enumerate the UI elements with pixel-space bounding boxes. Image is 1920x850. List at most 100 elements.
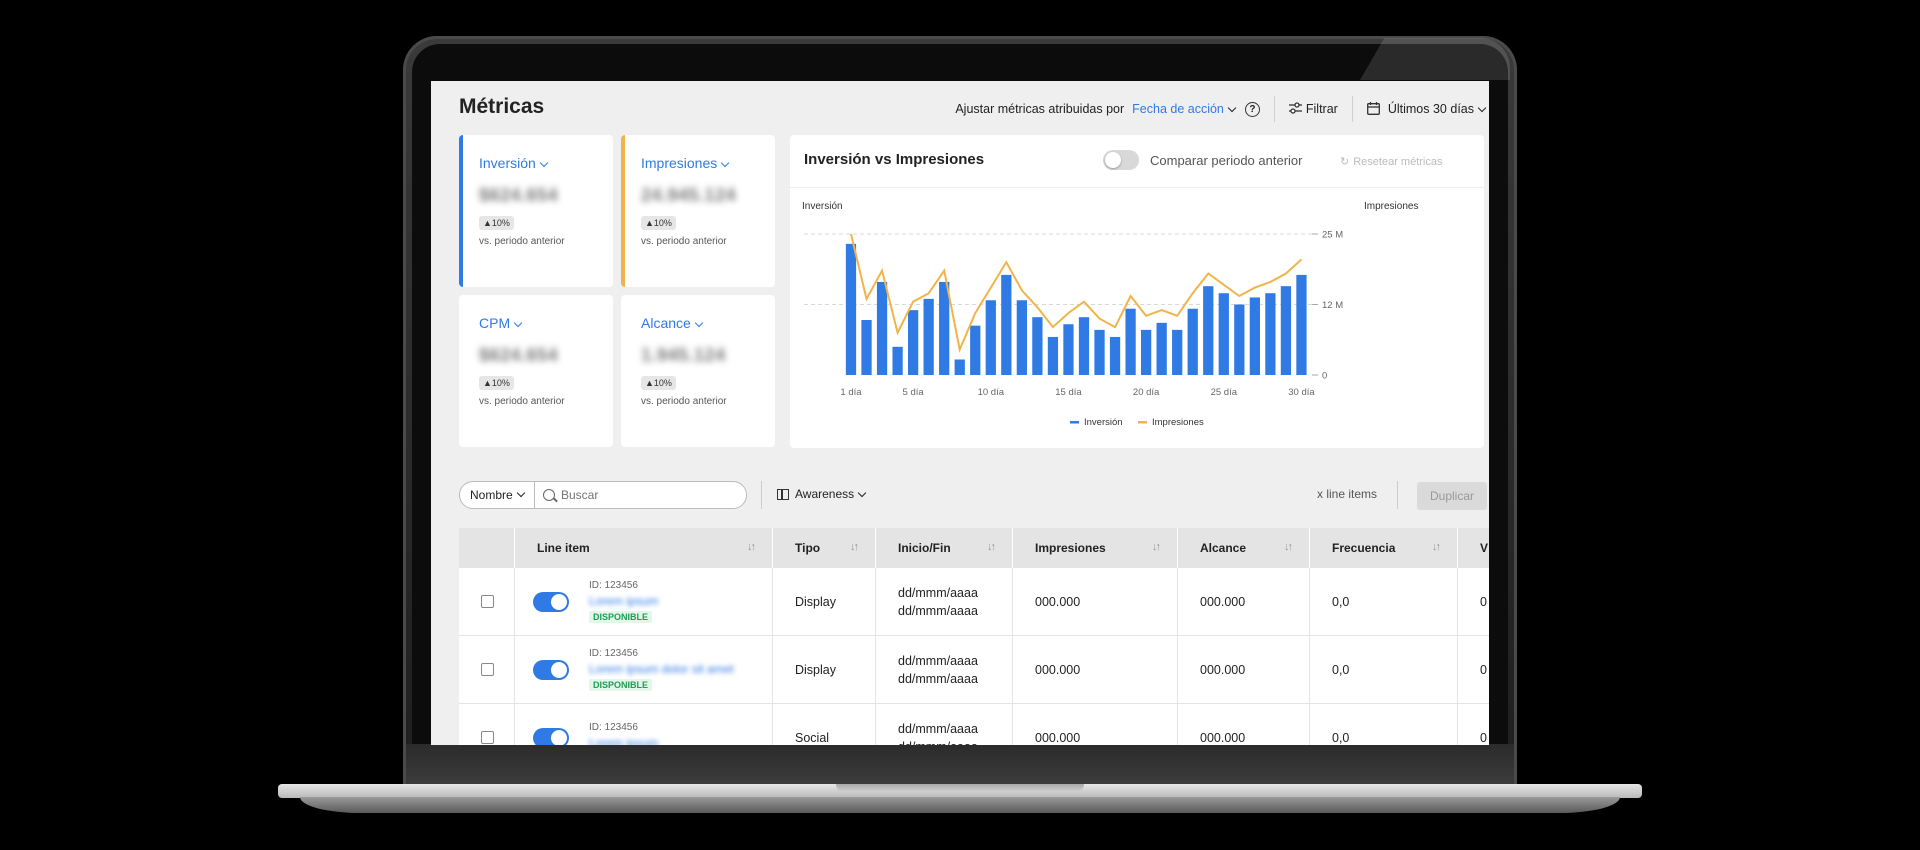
chart-card: Inversión vs Impresiones Comparar period… — [790, 135, 1484, 448]
column-header-v[interactable]: V — [1458, 528, 1489, 568]
table-row[interactable]: ID: 123456 Lorem ipsum dolor sit amet DISP… — [459, 636, 1489, 704]
impressions-cell: 000.000 — [1013, 704, 1178, 745]
column-header-impresiones[interactable]: Impresiones ↓↑ — [1013, 528, 1178, 568]
legend-label-impresiones: Impresiones — [1152, 417, 1204, 428]
compare-label: Comparar periodo anterior — [1150, 153, 1303, 168]
column-header-tipo[interactable]: Tipo ↓↑ — [773, 528, 876, 568]
bar-inversion — [1078, 317, 1090, 375]
divider — [1397, 481, 1398, 509]
bar-inversion — [954, 359, 965, 375]
search-group: Nombre — [459, 481, 747, 509]
kpi-title-dropdown[interactable]: CPM — [479, 315, 613, 331]
kpi-card-impresiones[interactable]: Impresiones 24.945.124 ▲10% vs. periodo … — [621, 135, 775, 287]
kpi-change-badge: ▲10% — [641, 376, 676, 390]
bar-inversion — [1047, 336, 1059, 375]
sort-icon[interactable]: ↓↑ — [1432, 541, 1441, 553]
v-cell: 0 — [1480, 730, 1487, 745]
kpi-title: Inversión — [479, 155, 536, 171]
search-input[interactable] — [561, 488, 741, 502]
compare-toggle[interactable] — [1103, 150, 1139, 170]
bar-inversion — [907, 310, 919, 375]
kpi-title-dropdown[interactable]: Alcance — [641, 315, 775, 331]
kpi-comparison: vs. periodo anterior — [641, 236, 727, 247]
column-title: Tipo — [795, 541, 821, 555]
column-title: Line item — [537, 541, 590, 555]
date-range-dropdown[interactable]: Últimos 30 días — [1366, 102, 1487, 116]
chevron-down-icon — [694, 318, 704, 328]
kpi-comparison: vs. periodo anterior — [479, 396, 565, 407]
line-item-toggle[interactable] — [533, 727, 569, 745]
kpi-card-cpm[interactable]: CPM $624.654 ▲10% vs. periodo anterior — [459, 295, 613, 447]
bar-inversion — [1001, 274, 1012, 375]
line-item-toggle[interactable] — [533, 659, 569, 680]
table-body: ID: 123456 Lorem ipsum DISPONIBLE Display dd… — [459, 568, 1489, 745]
dates-cell: dd/mmm/aaaa dd/mmm/aaaa — [876, 636, 1013, 703]
kpi-value: 24.945.124 — [641, 185, 737, 205]
kpi-card-inversion[interactable]: Inversión $624.654 ▲10% vs. periodo ante… — [459, 135, 613, 287]
filter-button[interactable]: Filtrar — [1288, 102, 1338, 116]
bar-inversion — [970, 325, 981, 375]
divider — [1273, 96, 1275, 122]
y2-tick-label: 0 — [1322, 371, 1327, 382]
header-controls: Ajustar métricas atribuidas por Fecha de… — [955, 96, 1489, 122]
name-field-select[interactable]: Nombre — [460, 482, 535, 508]
row-checkbox[interactable] — [481, 595, 494, 608]
divider — [761, 481, 762, 509]
chevron-down-icon — [1227, 103, 1237, 113]
y-axis-title: Inversión — [802, 201, 843, 212]
kpi-card-alcance[interactable]: Alcance 1.945.124 ▲10% vs. periodo anter… — [621, 295, 775, 447]
kpi-title-dropdown[interactable]: Impresiones — [641, 155, 775, 171]
line-item-name-link[interactable]: Lorem ipsum — [589, 736, 658, 745]
combo-chart: Inversión Impresiones 25 M 12 M 0 1 día 5 día 1… — [802, 201, 1418, 428]
column-title: Inicio/Fin — [898, 541, 951, 555]
awareness-dropdown[interactable]: Awareness — [777, 487, 867, 501]
attrib-dropdown[interactable]: Fecha de acción — [1132, 102, 1237, 116]
type-cell: Display — [773, 636, 876, 703]
reach-cell: 000.000 — [1178, 568, 1310, 635]
column-header-alcance[interactable]: Alcance ↓↑ — [1178, 528, 1310, 568]
sort-icon[interactable]: ↓↑ — [1284, 541, 1293, 553]
line-item-name-link[interactable]: Lorem ipsum dolor sit amet — [589, 662, 734, 676]
bar-inversion — [845, 243, 857, 375]
end-date: dd/mmm/aaaa — [898, 738, 978, 746]
line-item-toggle[interactable] — [533, 591, 569, 612]
row-select-cell — [459, 568, 515, 635]
sliders-icon — [1288, 102, 1302, 114]
row-select-cell — [459, 636, 515, 703]
column-header-inicio-fin[interactable]: Inicio/Fin ↓↑ — [876, 528, 1013, 568]
bar-inversion — [939, 281, 950, 375]
chevron-down-icon — [721, 158, 730, 168]
v-cell: 0 — [1480, 594, 1487, 609]
legend-swatch-impresiones — [1138, 421, 1147, 424]
refresh-icon: ↻ — [1340, 156, 1350, 168]
line-item-info: ID: 123456 Lorem ipsum — [589, 722, 658, 745]
line-item-name-link[interactable]: Lorem ipsum — [589, 594, 658, 608]
type-cell: Display — [773, 568, 876, 635]
sort-icon[interactable]: ↓↑ — [850, 541, 859, 553]
line-item-cell: ID: 123456 Lorem ipsum DISPONIBLE — [515, 568, 773, 635]
bar-inversion — [1125, 308, 1136, 375]
reach-cell: 000.000 — [1178, 636, 1310, 703]
row-checkbox[interactable] — [481, 731, 494, 744]
column-title: Impresiones — [1035, 541, 1106, 555]
kpi-change-badge: ▲10% — [641, 216, 676, 230]
dates: dd/mmm/aaaa dd/mmm/aaaa — [898, 720, 978, 746]
column-header-frecuencia[interactable]: Frecuencia ↓↑ — [1310, 528, 1458, 568]
sort-icon[interactable]: ↓↑ — [1152, 541, 1161, 553]
kpi-title-dropdown[interactable]: Inversión — [479, 155, 613, 171]
calendar-icon — [1366, 102, 1380, 115]
reset-metrics-button[interactable]: ↻ Resetear métricas — [1340, 155, 1442, 168]
table-row[interactable]: ID: 123456Lorem ipsumSocialdd/mmm/aaaadd… — [459, 704, 1489, 745]
start-date: dd/mmm/aaaa — [898, 585, 978, 600]
divider — [1351, 96, 1353, 122]
help-icon[interactable]: ? — [1244, 101, 1260, 117]
x-tick-label: 30 día — [1288, 387, 1315, 398]
sort-icon[interactable]: ↓↑ — [987, 541, 996, 553]
sort-icon[interactable]: ↓↑ — [747, 541, 756, 553]
x-tick-label: 25 día — [1211, 387, 1238, 398]
bar-inversion — [1187, 308, 1198, 375]
duplicate-button[interactable]: Duplicar — [1417, 482, 1487, 510]
column-header-line-item[interactable]: Line item ↓↑ — [515, 528, 773, 568]
table-row[interactable]: ID: 123456 Lorem ipsum DISPONIBLE Display dd… — [459, 568, 1489, 636]
row-checkbox[interactable] — [481, 663, 494, 676]
